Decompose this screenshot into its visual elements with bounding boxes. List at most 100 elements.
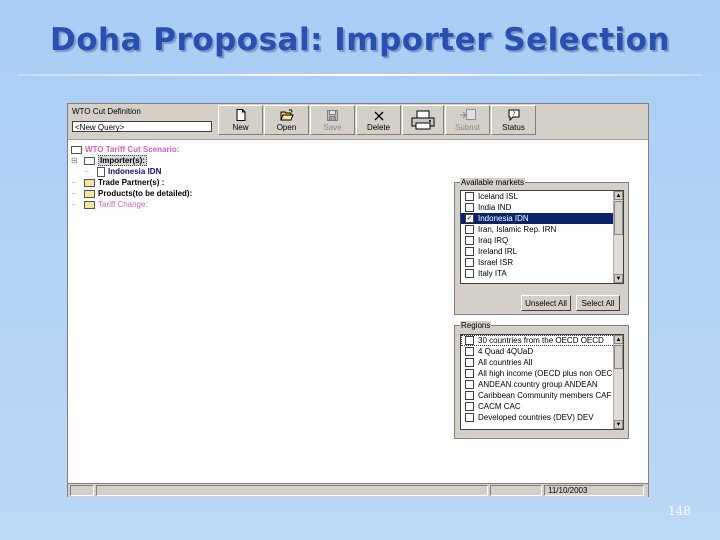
list-item[interactable]: All high income (OECD plus non OEC <box>461 368 623 379</box>
folder-icon <box>84 200 95 209</box>
status-icon: ? <box>508 109 519 121</box>
list-item[interactable]: All countries All <box>461 357 623 368</box>
checkbox[interactable] <box>465 391 474 400</box>
tree-importers[interactable]: ⊟ Importer(s): <box>71 155 192 166</box>
open-button[interactable]: Open <box>264 105 309 135</box>
delete-button[interactable]: Delete <box>356 105 401 135</box>
list-item-label: ANDEAN country group ANDEAN <box>478 380 598 389</box>
regions-group: Regions 30 countries from the OECD OECD … <box>454 321 629 439</box>
list-item[interactable]: Iceland ISL <box>461 191 623 202</box>
list-item-label: All countries All <box>478 358 533 367</box>
open-folder-icon <box>71 145 82 154</box>
tree-products-label: Products(to be detailed): <box>98 189 193 198</box>
select-all-button[interactable]: Select All <box>576 295 620 311</box>
title-divider <box>18 74 702 76</box>
checkbox[interactable] <box>465 369 474 378</box>
list-item-selected[interactable]: ✓ Indonesia IDN <box>461 213 623 224</box>
list-item-label: Developed countries (DEV) DEV <box>478 413 594 422</box>
query-select[interactable]: <New Query> <box>72 121 212 132</box>
list-item[interactable]: Iran, Islamic Rep. IRN <box>461 224 623 235</box>
checkbox-checked[interactable]: ✓ <box>465 214 474 223</box>
list-item-label: India IND <box>478 203 512 212</box>
list-item-label: Israel ISR <box>478 258 514 267</box>
svg-text:?: ? <box>512 111 515 118</box>
status-cell <box>70 485 94 496</box>
regions-scrollbar[interactable]: ▲ ▼ <box>613 335 623 429</box>
tree-trade-partners[interactable]: ·· Trade Partner(s) : <box>71 177 192 188</box>
checkbox[interactable] <box>465 402 474 411</box>
list-item[interactable]: India IND <box>461 202 623 213</box>
open-label: Open <box>276 123 297 132</box>
open-folder-icon <box>279 109 294 121</box>
checkbox[interactable] <box>465 347 474 356</box>
list-item[interactable]: 4 Quad 4QUaD <box>461 346 623 357</box>
tree-importers-label: Importer(s): <box>98 155 147 166</box>
toolbar: New Open Save Delete Submit ? Status <box>218 105 537 137</box>
list-item[interactable]: Ireland IRL <box>461 246 623 257</box>
list-item[interactable]: ANDEAN country group ANDEAN <box>461 379 623 390</box>
tree-products[interactable]: ·· Products(to be detailed): <box>71 188 192 199</box>
checkbox[interactable] <box>465 203 474 212</box>
available-markets-group: Available markets Iceland ISL India IND … <box>454 178 629 315</box>
save-button[interactable]: Save <box>310 105 355 135</box>
status-button[interactable]: ? Status <box>491 105 536 135</box>
checkbox[interactable] <box>465 225 474 234</box>
regions-list[interactable]: 30 countries from the OECD OECD 4 Quad 4… <box>460 334 624 430</box>
available-markets-list[interactable]: Iceland ISL India IND ✓ Indonesia IDN Ira… <box>460 190 624 284</box>
list-item[interactable]: Iraq IRQ <box>461 235 623 246</box>
save-disk-icon <box>327 110 338 121</box>
print-button[interactable] <box>402 105 444 135</box>
list-item-label: All high income (OECD plus non OEC <box>478 369 613 378</box>
scroll-up-icon[interactable]: ▲ <box>614 335 623 344</box>
scroll-thumb[interactable] <box>614 345 623 369</box>
list-item-label: Italy ITA <box>478 269 507 278</box>
list-item-label: Ireland IRL <box>478 247 518 256</box>
scroll-down-icon[interactable]: ▼ <box>614 420 623 429</box>
tree-importer-child-label: Indonesia IDN <box>108 167 162 176</box>
collapse-icon[interactable]: ⊟ <box>71 156 84 165</box>
tree-tariff-change[interactable]: ·· Tariff Change: <box>71 199 192 210</box>
checkbox[interactable] <box>465 247 474 256</box>
checkbox[interactable] <box>465 413 474 422</box>
delete-x-icon <box>374 111 383 121</box>
list-item[interactable]: Italy ITA <box>461 268 623 279</box>
checkbox[interactable] <box>465 336 474 345</box>
printer-icon <box>411 110 435 130</box>
scroll-up-icon[interactable]: ▲ <box>614 191 623 200</box>
checkbox[interactable] <box>465 269 474 278</box>
checkbox[interactable] <box>465 236 474 245</box>
list-item-label: CACM CAC <box>478 402 521 411</box>
list-item-label: Iraq IRQ <box>478 236 509 245</box>
list-item[interactable]: Caribbean Community members CAF <box>461 390 623 401</box>
tree-importer-child[interactable]: ·· Indonesia IDN <box>71 166 192 177</box>
tree-root[interactable]: WTO Tariff Cut Scenario: <box>71 144 192 155</box>
delete-label: Delete <box>366 123 391 132</box>
list-item[interactable]: Israel ISR <box>461 257 623 268</box>
status-date: 11/10/2003 <box>544 485 644 496</box>
list-item-label: 4 Quad 4QUaD <box>478 347 534 356</box>
submit-button[interactable]: Submit <box>445 105 490 135</box>
list-item[interactable]: Developed countries (DEV) DEV <box>461 412 623 423</box>
new-button[interactable]: New <box>218 105 263 135</box>
checkbox[interactable] <box>465 380 474 389</box>
document-icon <box>97 166 105 177</box>
checkbox[interactable] <box>465 192 474 201</box>
unselect-all-button[interactable]: Unselect All <box>521 295 571 311</box>
submit-label: Submit <box>455 123 480 132</box>
list-item-focused[interactable]: 30 countries from the OECD OECD <box>461 335 623 346</box>
markets-scrollbar[interactable]: ▲ ▼ <box>613 191 623 283</box>
slide-title: Doha Proposal: Importer Selection <box>49 22 671 58</box>
list-item[interactable]: CACM CAC <box>461 401 623 412</box>
tree-root-label: WTO Tariff Cut Scenario: <box>85 145 180 154</box>
tree-tariff-change-label: Tariff Change: <box>98 200 148 209</box>
tree-trade-partners-label: Trade Partner(s) : <box>98 178 165 187</box>
new-document-icon <box>236 109 245 121</box>
scroll-thumb[interactable] <box>614 201 623 235</box>
definition-label: WTO Cut Definition <box>72 107 141 116</box>
folder-icon <box>84 178 95 187</box>
tree-connector: ·· <box>71 200 77 209</box>
top-bar: WTO Cut Definition <New Query> New Open … <box>68 104 648 140</box>
checkbox[interactable] <box>465 258 474 267</box>
scroll-down-icon[interactable]: ▼ <box>614 274 623 283</box>
checkbox[interactable] <box>465 358 474 367</box>
